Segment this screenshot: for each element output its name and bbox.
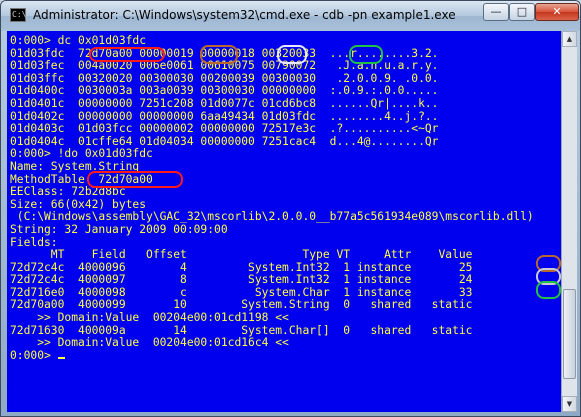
console-line: 0:000> dc 0x01d03fdc xyxy=(10,34,147,47)
title-bar[interactable]: C:\ Administrator: C:\Windows\system32\c… xyxy=(1,1,580,31)
minimize-button[interactable]: — xyxy=(483,3,509,21)
console-window: C:\ Administrator: C:\Windows\system32\c… xyxy=(0,0,581,417)
cmd-icon[interactable]: C:\ xyxy=(10,8,26,22)
console-prompt[interactable]: 0:000> xyxy=(10,349,58,362)
highlight-value-18 xyxy=(277,45,307,64)
maximize-button[interactable]: □ xyxy=(509,3,535,21)
scrollbar-thumb[interactable] xyxy=(563,289,576,379)
window-title: Administrator: C:\Windows\system32\cmd.e… xyxy=(33,8,456,22)
scroll-down-icon[interactable]: ▼ xyxy=(562,396,577,412)
console-line: String: 32 January 2009 00:09:00 xyxy=(10,222,228,236)
console-line: 72d72c4c 4000097 8 System.Int32 1 instan… xyxy=(10,273,473,287)
console-line: 01d0401c 00000000 7251c208 01d0077c 01cd… xyxy=(10,96,439,110)
console-line: Size: 66(0x42) bytes xyxy=(10,197,147,211)
console-line: 72d70a00 4000099 10 System.String 0 shar… xyxy=(10,298,473,312)
close-button[interactable]: ✕ xyxy=(535,3,579,21)
console-line: 01d0402c 00000000 00000000 6aa49434 01d0… xyxy=(10,109,439,123)
highlight-field-33 xyxy=(536,281,561,299)
highlight-value-33 xyxy=(349,45,383,64)
highlight-methodtable-field xyxy=(87,171,183,188)
console-output: 0:000> dc 0x01d03fdc 01d03fdc 72d70a00 0… xyxy=(10,34,534,362)
console-line: MT Field Offset Type VT Attr Value xyxy=(10,248,473,262)
console-line: 01d03ffc 00320020 00300030 00200039 0030… xyxy=(10,71,439,85)
console-line: 01d0400c 0030003a 003a0039 00300030 0000… xyxy=(10,84,439,98)
console-line: >> Domain:Value 00204e00:01cd16c4 << xyxy=(10,336,289,350)
text-cursor xyxy=(57,356,65,359)
console-line: 01d0404c 01cffe64 01d04034 00000000 7251… xyxy=(10,134,439,148)
console-line: 72d716e0 4000098 c System.Char 1 instanc… xyxy=(10,285,473,299)
console-line: 01d0403c 01d03fcc 00000002 00000000 7251… xyxy=(10,122,439,136)
console-line: >> Domain:Value 00204e00:01cd1198 << xyxy=(10,311,289,325)
console-line: 72d71630 400009a 14 System.Char[] 0 shar… xyxy=(10,323,473,337)
highlight-value-19 xyxy=(200,45,238,64)
console-line: 72d72c4c 4000096 4 System.Int32 1 instan… xyxy=(10,260,473,274)
scroll-up-icon[interactable]: ▲ xyxy=(562,31,577,47)
vertical-scrollbar[interactable]: ▲ ▼ xyxy=(561,31,577,412)
console-area[interactable]: 0:000> dc 0x01d03fdc 01d03fdc 72d70a00 0… xyxy=(7,31,561,412)
highlight-methodtable-dump xyxy=(89,47,165,62)
console-line: 0:000> !do 0x01d03fdc xyxy=(10,147,153,161)
console-line: Fields: xyxy=(10,235,58,249)
console-line: (C:\Windows\assembly\GAC_32\mscorlib\2.0… xyxy=(10,210,534,224)
